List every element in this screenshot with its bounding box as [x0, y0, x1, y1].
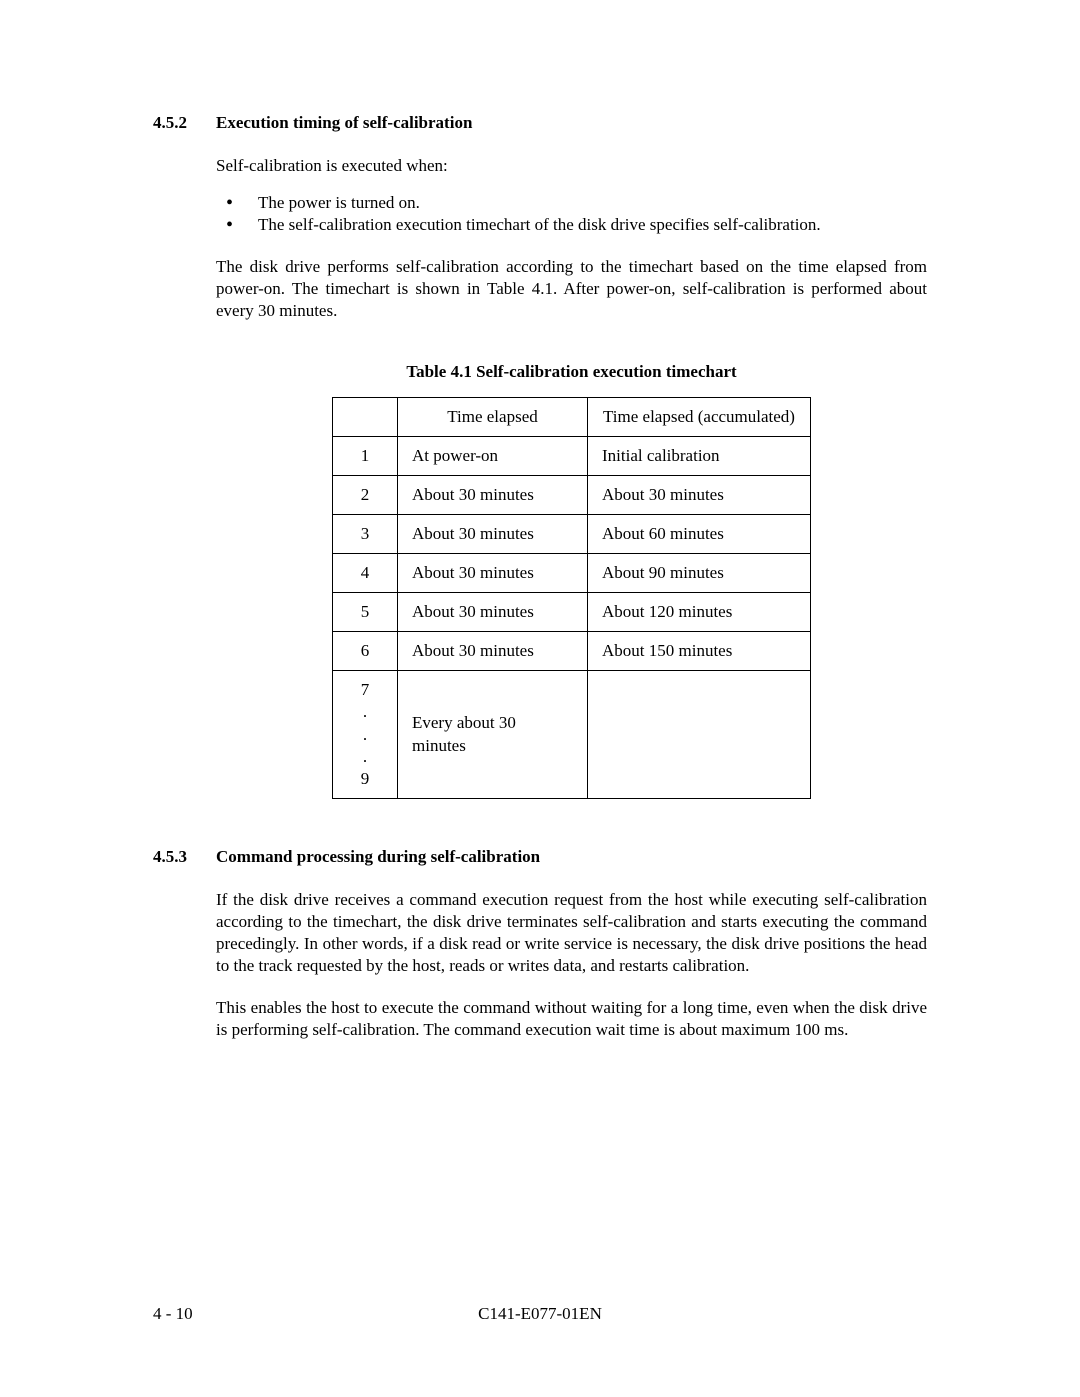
table-row: 5 About 30 minutes About 120 minutes — [333, 593, 811, 632]
cell-accum: About 60 minutes — [588, 514, 811, 553]
cell-accum: Initial calibration — [588, 436, 811, 475]
cell-idx: 2 — [333, 475, 398, 514]
section-number: 4.5.2 — [153, 113, 216, 133]
cell-idx-range: 7 . . . 9 — [333, 671, 398, 798]
paragraph: This enables the host to execute the com… — [216, 997, 927, 1041]
cell-accum: About 150 minutes — [588, 632, 811, 671]
footer-page-number: 4 - 10 — [153, 1304, 193, 1324]
cell-accum: About 30 minutes — [588, 475, 811, 514]
table-row: 7 . . . 9 Every about 30 minutes — [333, 671, 811, 798]
page-content: 4.5.2 Execution timing of self-calibrati… — [0, 0, 1080, 1041]
table-header-empty — [333, 397, 398, 436]
section-number: 4.5.3 — [153, 847, 216, 867]
section-453-body: If the disk drive receives a command exe… — [216, 889, 927, 1042]
cell-elapsed: Every about 30 minutes — [398, 671, 588, 798]
intro-text: Self-calibration is executed when: — [216, 155, 927, 177]
cell-idx: 3 — [333, 514, 398, 553]
bullet-item: The self-calibration execution timechart… — [226, 214, 927, 236]
cell-idx: 4 — [333, 554, 398, 593]
cell-accum: About 90 minutes — [588, 554, 811, 593]
cell-elapsed: About 30 minutes — [398, 632, 588, 671]
table-header-elapsed: Time elapsed — [398, 397, 588, 436]
idx-dot: . — [363, 702, 367, 721]
table-header-accum: Time elapsed (accumulated) — [588, 397, 811, 436]
cell-elapsed: About 30 minutes — [398, 514, 588, 553]
table-row: 6 About 30 minutes About 150 minutes — [333, 632, 811, 671]
idx-top: 7 — [361, 680, 370, 699]
bullet-list: The power is turned on. The self-calibra… — [226, 192, 927, 236]
cell-idx: 5 — [333, 593, 398, 632]
cell-elapsed: About 30 minutes — [398, 554, 588, 593]
cell-idx: 1 — [333, 436, 398, 475]
cell-accum — [588, 671, 811, 798]
footer-doc-id: C141-E077-01EN — [478, 1304, 602, 1324]
table-caption: Table 4.1 Self-calibration execution tim… — [216, 361, 927, 383]
bullet-item: The power is turned on. — [226, 192, 927, 214]
section-title: Execution timing of self-calibration — [216, 113, 927, 133]
table-row: 3 About 30 minutes About 60 minutes — [333, 514, 811, 553]
timechart-table: Time elapsed Time elapsed (accumulated) … — [332, 397, 811, 799]
table-row: 4 About 30 minutes About 90 minutes — [333, 554, 811, 593]
idx-dot: . — [363, 747, 367, 766]
section-heading-453: 4.5.3 Command processing during self-cal… — [153, 847, 927, 867]
paragraph: If the disk drive receives a command exe… — [216, 889, 927, 977]
section-title: Command processing during self-calibrati… — [216, 847, 927, 867]
table-header-row: Time elapsed Time elapsed (accumulated) — [333, 397, 811, 436]
page-footer: 4 - 10 C141-E077-01EN — [0, 1304, 1080, 1324]
cell-elapsed: About 30 minutes — [398, 593, 588, 632]
table-row: 2 About 30 minutes About 30 minutes — [333, 475, 811, 514]
cell-elapsed: About 30 minutes — [398, 475, 588, 514]
idx-dot: . — [363, 725, 367, 744]
section-heading-452: 4.5.2 Execution timing of self-calibrati… — [153, 113, 927, 133]
section-452-body: Self-calibration is executed when: The p… — [216, 155, 927, 799]
cell-idx: 6 — [333, 632, 398, 671]
cell-accum: About 120 minutes — [588, 593, 811, 632]
cell-elapsed: At power-on — [398, 436, 588, 475]
paragraph: The disk drive performs self-calibration… — [216, 256, 927, 322]
table-row: 1 At power-on Initial calibration — [333, 436, 811, 475]
idx-bottom: 9 — [361, 769, 370, 788]
